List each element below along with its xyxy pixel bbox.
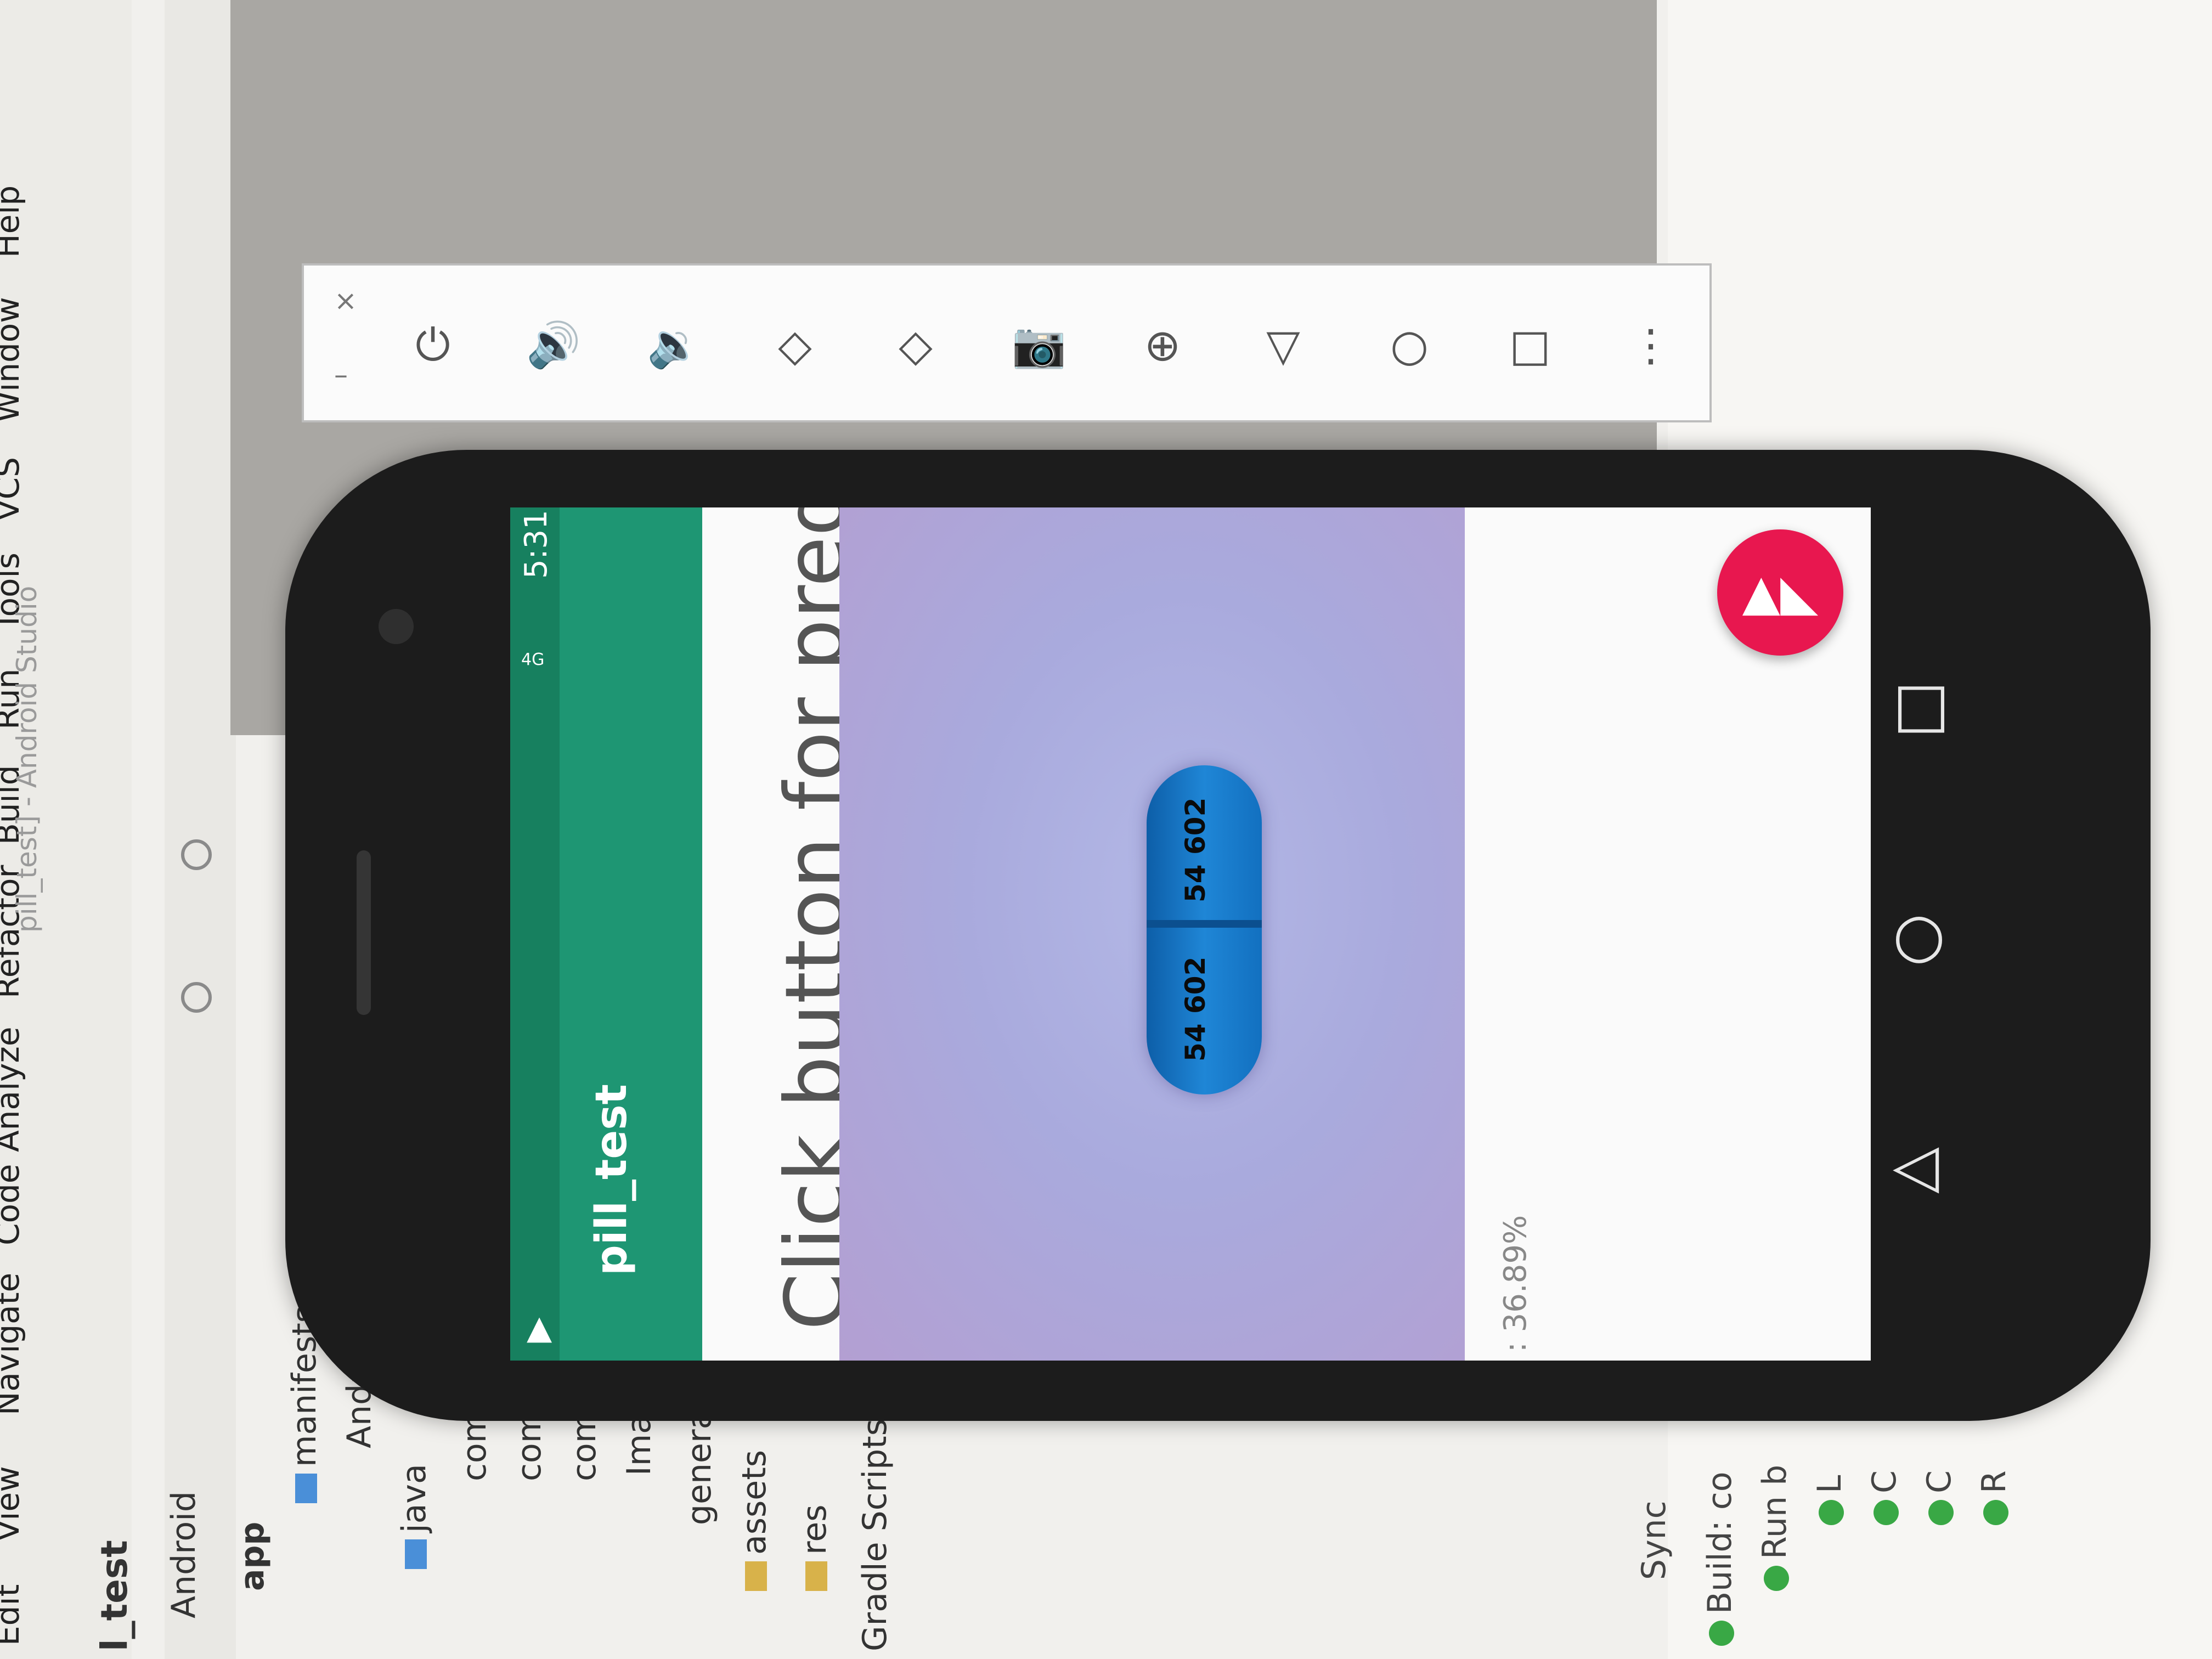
success-icon [1983,1500,2009,1525]
build-row[interactable]: R [1975,1470,2013,1525]
settings-icon[interactable] [181,839,212,870]
home-icon[interactable]: ○ [1379,315,1440,375]
back-icon[interactable]: ▽ [1253,315,1313,375]
menu-analyze[interactable]: Analyze [0,1026,26,1152]
folder-icon [405,1539,427,1569]
project-view-selector[interactable]: Android [165,1491,203,1618]
rotate-right-icon[interactable]: ◇ [885,315,946,375]
tree-java[interactable]: java [395,1464,433,1569]
sync-icon[interactable] [181,982,212,1013]
emulator-toolbar: × – ⏻ 🔊 🔉 ◇ ◇ 📷 ⊕ ▽ ○ □ ⋮ [302,263,1712,422]
build-row[interactable]: C [1920,1470,1959,1525]
build-row-label: R [1975,1470,2013,1493]
success-icon [1819,1500,1844,1525]
menu-code[interactable]: Code [0,1164,26,1245]
menu-window[interactable]: Window [0,297,26,422]
menu-navigate[interactable]: Navigate [0,1273,26,1415]
build-status: Build: co [1701,1471,1739,1646]
image-icon: ▲◣ [1742,563,1819,622]
build-row-run-label: Run b [1756,1464,1794,1559]
close-icon[interactable]: × [334,285,357,317]
front-camera [379,609,414,644]
nav-recents-icon[interactable]: □ [1893,669,1950,740]
tree-gradle-scripts[interactable]: Gradle Scripts [856,1419,894,1651]
menu-view[interactable]: View [0,1466,26,1542]
build-row[interactable]: C [1865,1470,1904,1525]
nav-back-icon[interactable]: ◁ [1893,1130,1939,1200]
tab-sync[interactable]: Sync [1635,1500,1673,1580]
status-bar: 4G 5:31 [510,507,560,1361]
folder-icon [805,1561,828,1591]
phone-screen: 4G 5:31 ▲ pill_test Click button for pre… [510,507,1871,1361]
success-icon [1928,1500,1954,1525]
tree-res-label: res [795,1504,834,1555]
folder-icon [745,1561,768,1591]
build-row-label: C [1920,1470,1959,1493]
more-icon[interactable]: ⋮ [1621,315,1681,375]
folder-icon [295,1474,318,1503]
minimize-icon[interactable]: – [334,359,348,391]
capsule-seam [1147,920,1262,928]
tree-java-label: java [395,1464,433,1533]
earpiece [357,850,371,1015]
ide-toolbar [165,0,236,1659]
status-time: 5:31 [518,510,554,579]
menu-edit[interactable]: Edit [0,1584,26,1646]
success-icon [1709,1621,1735,1646]
build-row-label: C [1865,1470,1904,1493]
success-icon [1764,1566,1790,1591]
breadcrumb[interactable]: l_test [93,1540,136,1651]
pill-image: 54 602 54 602 [839,507,1465,1361]
build-row-run[interactable]: Run b [1756,1465,1794,1591]
signal-icon: 4G [521,650,545,669]
build-status-label: Build: co [1701,1471,1739,1614]
tree-assets-label: assets [735,1450,774,1555]
predict-button[interactable]: ▲◣ [1717,529,1843,656]
menu-vcs[interactable]: VCS [0,457,26,521]
pill-imprint: 54 602 [1180,797,1211,902]
zoom-icon[interactable]: ⊕ [1132,315,1193,375]
tree-app[interactable]: app [233,1522,272,1591]
build-row[interactable]: L [1810,1475,1849,1525]
power-icon[interactable]: ⏻ [403,315,463,375]
volume-up-icon[interactable]: 🔊 [523,315,584,375]
success-icon [1874,1500,1899,1525]
tree-assets[interactable]: assets [735,1450,774,1591]
prediction-result: : 36.89% [1498,1215,1533,1352]
camera-icon[interactable]: 📷 [1009,315,1069,375]
tree-res[interactable]: res [795,1504,834,1591]
build-row-label: L [1810,1475,1849,1493]
rotate-left-icon[interactable]: ◇ [765,315,825,375]
window-title: pill_test] - Android Studio [11,585,43,933]
pill-capsule: 54 602 54 602 [1147,765,1262,1094]
volume-down-icon[interactable]: 🔉 [644,315,704,375]
app-title: pill_test [587,1084,636,1276]
warning-icon: ▲ [527,1308,552,1347]
overview-icon[interactable]: □ [1500,315,1560,375]
menu-help[interactable]: Help [0,185,26,258]
nav-home-icon[interactable]: ○ [1893,900,1945,970]
pill-imprint: 54 602 [1180,956,1211,1062]
